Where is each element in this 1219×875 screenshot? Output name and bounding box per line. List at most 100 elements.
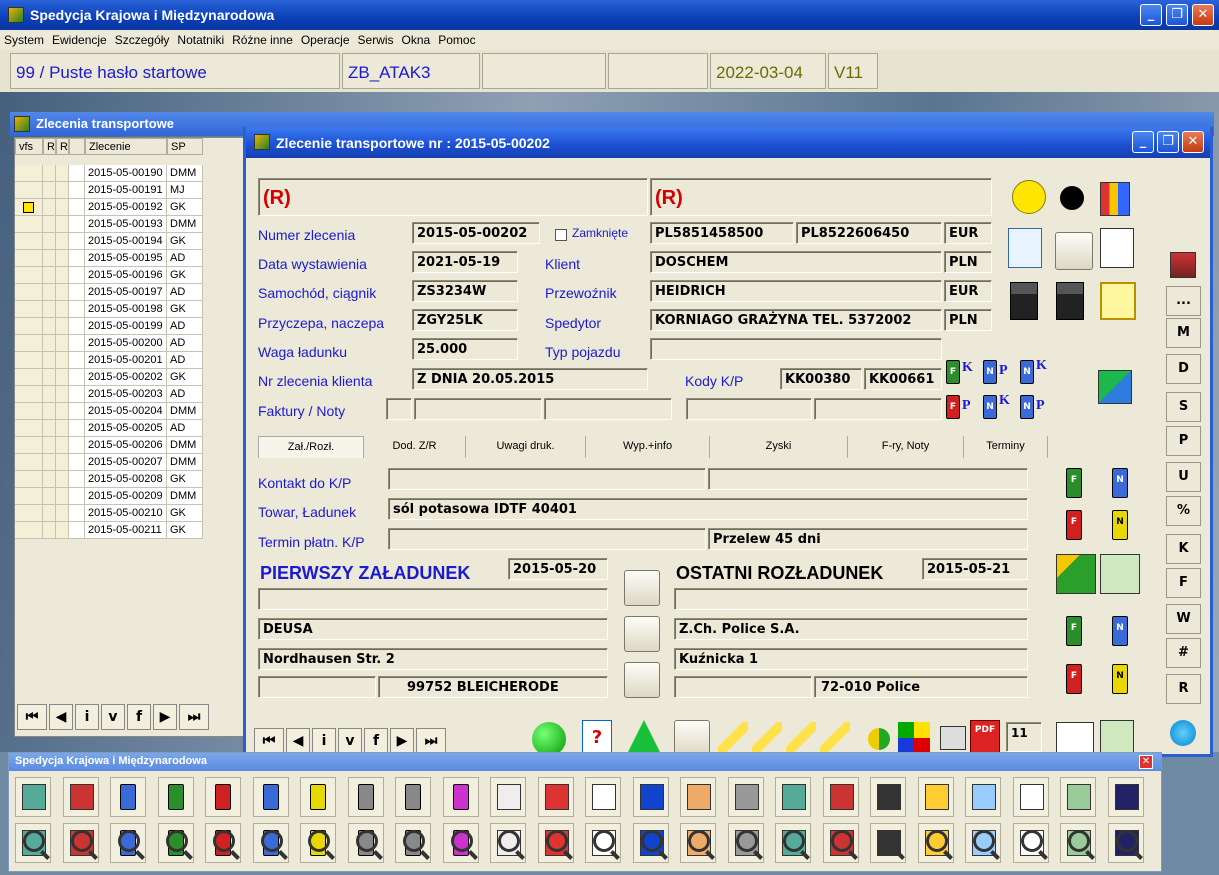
nav-view[interactable]: v	[101, 704, 125, 730]
table-row[interactable]: 2015-05-00190 DMM	[15, 165, 251, 182]
search-bank-red-button[interactable]	[775, 823, 811, 863]
col-sp[interactable]: SP	[167, 138, 203, 155]
binder-n-blue-button[interactable]	[252, 777, 289, 817]
numer-field[interactable]: 2015-05-00202	[412, 222, 540, 244]
table-row[interactable]: 2015-05-00207 DMM	[15, 454, 251, 471]
close-button[interactable]: ✕	[1192, 4, 1214, 26]
table-row[interactable]: 2015-05-00211 GK	[15, 522, 251, 539]
empty-square-button[interactable]	[1055, 232, 1093, 270]
binder-green-2-icon[interactable]: F	[1066, 616, 1082, 646]
search-binder-blue-button[interactable]	[110, 823, 146, 863]
people-button[interactable]	[1060, 777, 1096, 817]
search-binder-n-blue-button[interactable]	[252, 823, 289, 863]
side-button-r[interactable]: R	[1166, 674, 1201, 704]
search-at-button[interactable]	[1012, 823, 1049, 863]
table-row[interactable]: 2015-05-00203 AD	[15, 386, 251, 403]
col-vfs[interactable]: vfs	[15, 138, 43, 155]
bank-button[interactable]	[727, 777, 764, 817]
load-date-field[interactable]: 2015-05-20	[508, 558, 608, 580]
menu-szczegoly[interactable]: Szczegóły	[111, 30, 174, 47]
pencil-1-icon[interactable]	[718, 722, 748, 754]
nav-first[interactable]: ⏮	[17, 704, 47, 730]
zamkniete-checkbox[interactable]	[555, 229, 567, 241]
binder-yellow-1-icon[interactable]: N	[1112, 510, 1128, 540]
document-envelope-icon[interactable]	[1100, 228, 1134, 268]
search-kasa-button[interactable]	[822, 823, 859, 863]
termin-field[interactable]	[388, 528, 706, 550]
side-button-percent[interactable]: %	[1166, 496, 1201, 526]
order-nav-prev[interactable]: ◀	[286, 728, 310, 754]
przewoznik-field[interactable]: HEIDRICH	[650, 280, 942, 302]
calendar-icon[interactable]	[1056, 722, 1094, 754]
load-city-field[interactable]: 99752 BLEICHERODE	[378, 676, 608, 698]
side-button-p[interactable]: P	[1166, 426, 1201, 456]
table-row[interactable]: 2015-05-00201 AD	[15, 352, 251, 369]
binder-t-button[interactable]	[442, 777, 479, 817]
table-calc-icon[interactable]	[1100, 720, 1134, 754]
search-kompe-button[interactable]	[585, 823, 621, 863]
help-icon[interactable]: ?	[582, 720, 612, 756]
table-row[interactable]: 2015-05-00208 GK	[15, 471, 251, 488]
side-button-f[interactable]: F	[1166, 568, 1201, 598]
search-salda-button[interactable]	[632, 823, 669, 863]
transfer-icon[interactable]	[1008, 228, 1042, 268]
tab-zal-rozl[interactable]: Zał./Rozł.	[258, 436, 364, 458]
table-row[interactable]: 2015-05-00192 GK	[15, 199, 251, 216]
windows-button[interactable]	[1107, 777, 1144, 817]
tab-uwagi[interactable]: Uwagi druk.	[466, 436, 586, 458]
black-dot-icon[interactable]	[1060, 186, 1084, 210]
table-row[interactable]: 2015-05-00199 AD	[15, 318, 251, 335]
data-field[interactable]: 2021-05-19	[412, 251, 518, 273]
notes-button[interactable]	[870, 777, 906, 817]
klient-field[interactable]: DOSCHEM	[650, 251, 942, 273]
menu-pomoc[interactable]: Pomoc	[434, 30, 479, 47]
search-hand-button[interactable]	[537, 823, 574, 863]
pencil-4-icon[interactable]	[820, 722, 850, 754]
binder-fp-icon[interactable]: F	[946, 395, 960, 419]
count-field[interactable]: 11	[1006, 722, 1042, 752]
merge-arrows-icon[interactable]	[1098, 370, 1132, 404]
calculator-icon[interactable]	[1100, 554, 1140, 594]
order-nav-next[interactable]: ▶	[390, 728, 414, 754]
search-binder-t-button[interactable]	[442, 823, 479, 863]
binder-nk2-icon[interactable]: N	[983, 395, 997, 419]
unload-city-field[interactable]: 72-010 Police	[814, 676, 1028, 698]
smiley-icon[interactable]	[1012, 180, 1046, 214]
faktury-field-3[interactable]	[544, 398, 672, 420]
poczta-button[interactable]	[917, 777, 954, 817]
pencil-3-icon[interactable]	[786, 722, 816, 754]
nip1-field[interactable]: PL5851458500	[650, 222, 794, 244]
menu-ewidencje[interactable]: Ewidencje	[48, 30, 111, 47]
colored-x-icon[interactable]	[898, 722, 930, 754]
nav-prev[interactable]: ◀	[49, 704, 73, 730]
tab-wyp-info[interactable]: Wyp.+info	[586, 436, 710, 458]
side-button-more[interactable]: ...	[1166, 286, 1201, 316]
samochod-field[interactable]: ZS3234W	[412, 280, 518, 302]
bank-red-button[interactable]	[775, 777, 811, 817]
calc-button[interactable]	[680, 777, 716, 817]
maximize-button[interactable]: ❐	[1166, 4, 1188, 26]
order-nav-first[interactable]: ⏮	[254, 728, 284, 754]
swap-button-3[interactable]	[624, 662, 660, 698]
people-icon[interactable]	[1100, 182, 1130, 216]
bottom-empty-button[interactable]	[674, 720, 710, 756]
col-r1[interactable]: R	[43, 138, 56, 155]
kasa-button[interactable]	[822, 777, 859, 817]
green-yellow-ball-icon[interactable]	[868, 728, 890, 750]
menu-rozne[interactable]: Różne inne	[228, 30, 297, 47]
nav-last[interactable]: ⏭	[179, 704, 209, 730]
currency-2[interactable]: PLN	[944, 251, 992, 273]
order-minimize-button[interactable]: _	[1132, 131, 1154, 153]
minimize-button[interactable]: _	[1140, 4, 1162, 26]
search-binder-n-yellow-button[interactable]	[300, 823, 336, 863]
load-street-field[interactable]: Nordhausen Str. 2	[258, 648, 608, 670]
kontakt-field-1[interactable]	[388, 468, 706, 490]
table-row[interactable]: 2015-05-00204 DMM	[15, 403, 251, 420]
binder-green-button[interactable]	[157, 777, 194, 817]
menu-notatniki[interactable]: Notatniki	[173, 30, 228, 47]
side-button-hash[interactable]: #	[1166, 638, 1201, 668]
person-2-icon[interactable]	[1056, 282, 1084, 320]
table-row[interactable]: 2015-05-00196 GK	[15, 267, 251, 284]
binder-n-yellow-button[interactable]	[300, 777, 336, 817]
table-row[interactable]: 2015-05-00205 AD	[15, 420, 251, 437]
